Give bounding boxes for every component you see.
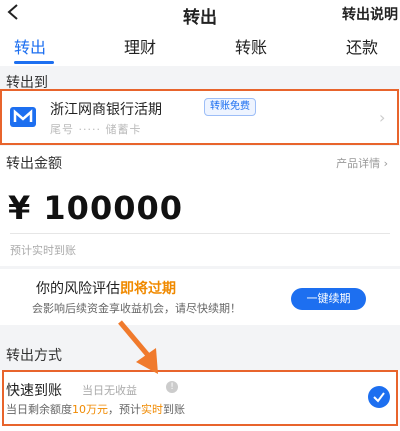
tab-transfer[interactable]: 转账 (235, 34, 267, 58)
page-title: 转出 (183, 8, 217, 28)
tab-wealth[interactable]: 理财 (124, 34, 156, 58)
renew-button[interactable]: 一键续期 (291, 288, 366, 310)
currency-symbol: ¥ (8, 189, 32, 227)
highlight-box-destination (0, 89, 399, 145)
amount-value[interactable]: ¥ 100000 (8, 189, 183, 227)
top-bar: 转出 转出说明 (0, 0, 400, 28)
tab-transfer-out[interactable]: 转出 (14, 34, 46, 58)
risk-title: 你的风险评估即将过期 (36, 278, 176, 298)
tab-bar: 转出 理财 转账 还款 (0, 26, 400, 66)
product-details-link[interactable]: 产品详情 › (336, 155, 388, 171)
risk-subtitle: 会影响后续资金享收益机会，请尽快续期！ (32, 302, 241, 315)
product-details-label: 产品详情 (336, 157, 381, 170)
help-link[interactable]: 转出说明 (342, 4, 398, 24)
active-tab-indicator (14, 61, 54, 64)
method-section-label: 转出方式 (6, 348, 62, 364)
amount-section-label: 转出金额 (6, 156, 62, 172)
arrival-note: 预计实时到账 (10, 244, 76, 257)
divider (10, 233, 390, 234)
annotation-arrow-icon (118, 320, 158, 374)
risk-expiring-text: 即将过期 (120, 281, 176, 297)
tab-repayment[interactable]: 还款 (346, 34, 378, 58)
screen: 转出 转出说明 转出 理财 转账 还款 转出到 浙江网商银行活期 转账免费 尾号… (0, 0, 400, 431)
risk-title-text: 你的风险评估 (36, 281, 120, 297)
amount-number: 100000 (43, 189, 183, 227)
highlight-box-method (2, 370, 398, 426)
